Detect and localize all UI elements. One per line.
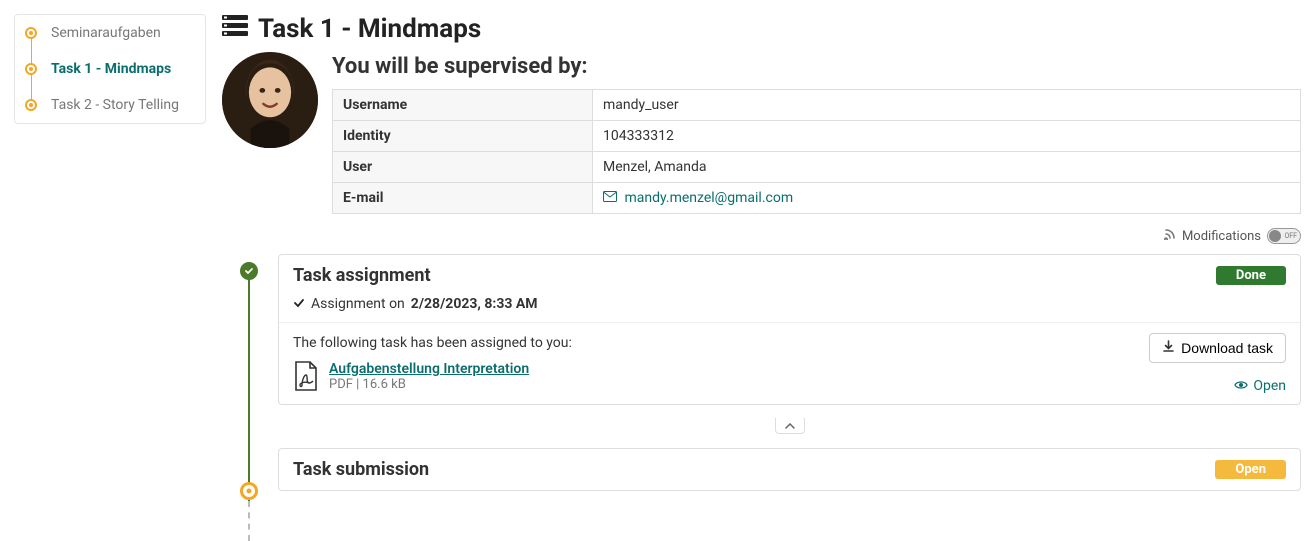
chevron-up-icon bbox=[785, 419, 795, 432]
supervisor-table: Username mandy_user Identity 104333312 U… bbox=[332, 89, 1301, 214]
bullet-icon bbox=[25, 27, 37, 39]
assignment-date: 2/28/2023, 8:33 AM bbox=[411, 296, 538, 312]
download-label: Download task bbox=[1181, 340, 1273, 356]
sidenav-item-task1[interactable]: Task 1 - Mindmaps bbox=[15, 51, 205, 87]
file-meta: PDF | 16.6 kB bbox=[329, 377, 529, 392]
timeline-line bbox=[248, 266, 250, 501]
bullet-icon bbox=[25, 99, 37, 111]
row-value: 104333312 bbox=[593, 121, 1301, 152]
side-nav: Seminaraufgaben Task 1 - Mindmaps Task 2… bbox=[14, 14, 206, 124]
sidenav-item-label: Seminaraufgaben bbox=[51, 25, 161, 41]
assignment-sub-prefix: Assignment on bbox=[311, 296, 405, 312]
row-label: Username bbox=[333, 90, 593, 121]
tasks-icon bbox=[222, 14, 248, 44]
status-badge-done: Done bbox=[1216, 266, 1286, 285]
task-assignment-card: Task assignment Done Assignment on 2/28/… bbox=[278, 254, 1301, 405]
card-title: Task assignment bbox=[293, 265, 1216, 286]
modifications-label: Modifications bbox=[1182, 229, 1261, 244]
switch-text: OFF bbox=[1284, 232, 1297, 240]
sidenav-item-task2[interactable]: Task 2 - Story Telling bbox=[15, 87, 205, 123]
check-icon bbox=[293, 297, 305, 312]
file-row: Aufgabenstellung Interpretation PDF | 16… bbox=[293, 361, 1286, 392]
timeline-node-done bbox=[240, 262, 258, 280]
download-icon bbox=[1162, 340, 1175, 356]
card-title: Task submission bbox=[293, 459, 1215, 480]
sidenav-item-label: Task 1 - Mindmaps bbox=[51, 61, 171, 77]
mail-icon bbox=[603, 190, 620, 206]
bullet-icon bbox=[25, 63, 37, 75]
row-value: mandy_user bbox=[593, 90, 1301, 121]
sidenav-item-seminar[interactable]: Seminaraufgaben bbox=[15, 15, 205, 51]
supervisor-avatar bbox=[222, 52, 318, 148]
supervisor-email-link[interactable]: mandy.menzel@gmail.com bbox=[603, 190, 793, 206]
open-label: Open bbox=[1253, 378, 1286, 394]
row-label: Identity bbox=[333, 121, 593, 152]
sidenav-item-label: Task 2 - Story Telling bbox=[51, 97, 179, 113]
status-badge-open: Open bbox=[1215, 460, 1286, 479]
modifications-toggle[interactable]: OFF bbox=[1267, 228, 1301, 244]
task-submission-card: Task submission Open bbox=[278, 448, 1301, 491]
page-title-text: Task 1 - Mindmaps bbox=[258, 14, 481, 44]
row-label: User bbox=[333, 152, 593, 183]
file-link[interactable]: Aufgabenstellung Interpretation bbox=[329, 361, 529, 377]
email-text: mandy.menzel@gmail.com bbox=[624, 190, 793, 206]
row-value: Menzel, Amanda bbox=[593, 152, 1301, 183]
pdf-icon bbox=[293, 361, 319, 391]
timeline-node-open bbox=[240, 482, 258, 500]
eye-icon bbox=[1234, 378, 1248, 394]
page-title: Task 1 - Mindmaps bbox=[222, 14, 1301, 44]
row-label: E-mail bbox=[333, 183, 593, 214]
assignment-body-text: The following task has been assigned to … bbox=[293, 335, 1286, 351]
download-task-button[interactable]: Download task bbox=[1149, 333, 1286, 363]
supervisor-heading: You will be supervised by: bbox=[332, 54, 1301, 79]
timeline-line-dashed bbox=[248, 501, 250, 541]
collapse-toggle[interactable] bbox=[775, 418, 805, 434]
open-file-link[interactable]: Open bbox=[1234, 378, 1286, 394]
rss-icon bbox=[1164, 228, 1176, 244]
